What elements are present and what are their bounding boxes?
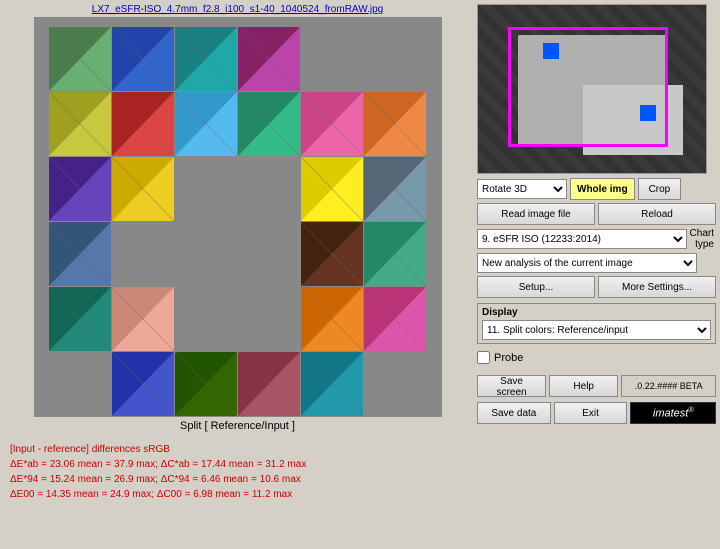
analysis-select[interactable]: New analysis of the current image <box>477 253 697 273</box>
preview-image <box>477 4 707 174</box>
chart-type-label: Chart type <box>690 228 716 250</box>
save-screen-button[interactable]: Save screen <box>477 375 546 397</box>
chart-type-row: 9. eSFR ISO (12233:2014) Chart type <box>477 228 716 250</box>
exit-button[interactable]: Exit <box>554 402 628 424</box>
crop-button[interactable]: Crop <box>638 178 682 200</box>
chart-image-area <box>34 17 442 417</box>
pink-selection-rect <box>508 27 668 147</box>
left-panel: LX7_eSFR-ISO_4.7mm_f2.8_i100_s1-40_10405… <box>0 0 475 549</box>
right-panel: Rotate 3D Whole img Crop Read image file… <box>475 0 720 549</box>
probe-row: Probe <box>477 351 716 364</box>
reload-button[interactable]: Reload <box>598 203 716 225</box>
help-button[interactable]: Help <box>549 375 618 397</box>
chart-type-select[interactable]: 9. eSFR ISO (12233:2014) <box>477 229 687 249</box>
setup-button[interactable]: Setup... <box>477 276 595 298</box>
rotate-select[interactable]: Rotate 3D <box>477 179 567 199</box>
probe-checkbox[interactable] <box>477 351 490 364</box>
color-chart-svg <box>34 17 442 417</box>
bottom-row1: Save screen Help .0.22.#### BETA <box>477 375 716 397</box>
stats-area: [Input - reference] differences sRGB ΔE*… <box>4 438 471 506</box>
imatest-logo: imatest® <box>630 402 716 424</box>
version-button: .0.22.#### BETA <box>621 375 716 397</box>
display-select[interactable]: 11. Split colors: Reference/input <box>482 320 711 340</box>
controls-area: Rotate 3D Whole img Crop Read image file… <box>477 178 716 424</box>
setup-row: Setup... More Settings... <box>477 276 716 298</box>
stats-line3: ΔE00 = 14.35 mean = 24.9 max; ΔC00 = 6.9… <box>10 487 465 502</box>
probe-label: Probe <box>494 352 523 364</box>
stats-line1: ΔE*ab = 23.06 mean = 37.9 max; ΔC*ab = 1… <box>10 457 465 472</box>
read-image-button[interactable]: Read image file <box>477 203 595 225</box>
chart-label: Split [ Reference/Input ] <box>4 420 471 432</box>
whole-img-button[interactable]: Whole img <box>570 178 635 200</box>
rotate-row: Rotate 3D Whole img Crop <box>477 178 716 200</box>
bottom-row2: Save data Exit imatest® <box>477 402 716 424</box>
stats-line2: ΔE*94 = 15.24 mean = 26.9 max; ΔC*94 = 6… <box>10 472 465 487</box>
more-settings-button[interactable]: More Settings... <box>598 276 716 298</box>
image-title[interactable]: LX7_eSFR-ISO_4.7mm_f2.8_i100_s1-40_10405… <box>4 4 471 15</box>
save-data-button[interactable]: Save data <box>477 402 551 424</box>
stats-header: [Input - reference] differences sRGB <box>10 442 465 457</box>
read-reload-row: Read image file Reload <box>477 203 716 225</box>
analysis-row: New analysis of the current image <box>477 253 716 273</box>
display-section: Display 11. Split colors: Reference/inpu… <box>477 303 716 344</box>
display-section-title: Display <box>482 307 711 318</box>
